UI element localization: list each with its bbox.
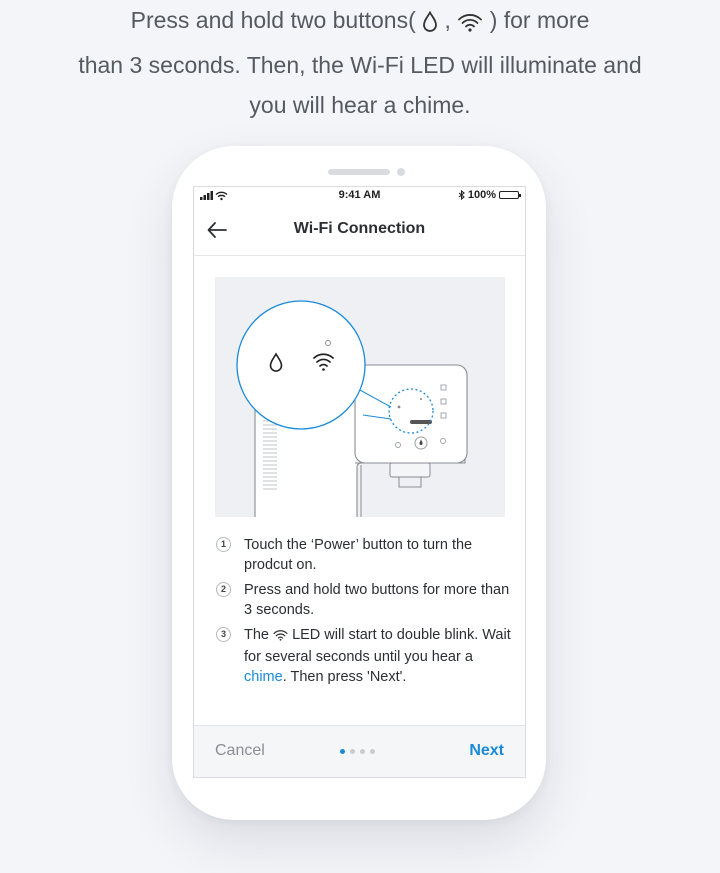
- page-dot-active: [340, 749, 345, 754]
- step-item: 3 The LED will start to double blink. Wa…: [216, 625, 511, 687]
- phone-mockup: 9:41 AM 100% Wi-Fi Connection 1 Touch th…: [172, 146, 546, 820]
- step-text: Touch the ‘Power’ button to turn the pro…: [244, 537, 473, 573]
- instruction-line1-before: Press and hold two buttons(: [130, 7, 416, 33]
- page-dot: [360, 749, 365, 754]
- page: Press and hold two buttons( , ) for more…: [0, 0, 720, 873]
- next-button[interactable]: Next: [469, 742, 504, 760]
- status-bar: 9:41 AM 100%: [194, 187, 525, 205]
- wifi-icon: [273, 627, 288, 647]
- cancel-button[interactable]: Cancel: [215, 742, 265, 760]
- chime-link[interactable]: chime: [244, 669, 283, 685]
- step-text: Press and hold two buttons for more than…: [244, 582, 510, 618]
- battery-icon: [499, 191, 521, 199]
- phone-screen: 9:41 AM 100% Wi-Fi Connection 1 Touch th…: [193, 186, 526, 778]
- status-right: 100%: [458, 189, 521, 201]
- page-dot: [370, 749, 375, 754]
- instruction-steps: 1 Touch the ‘Power’ button to turn the p…: [216, 535, 511, 692]
- instruction-text: Press and hold two buttons( , ) for more…: [40, 0, 680, 125]
- instruction-separator: ,: [444, 7, 451, 33]
- phone-speaker: [328, 169, 390, 175]
- footer-bar: Cancel Next: [194, 725, 525, 777]
- step-number: 1: [216, 537, 231, 552]
- water-drop-icon: [422, 5, 438, 45]
- step-number: 3: [216, 627, 231, 642]
- wifi-icon: [457, 5, 483, 45]
- device-illustration: [215, 277, 505, 517]
- step-item: 1 Touch the ‘Power’ button to turn the p…: [216, 535, 511, 575]
- battery-percent: 100%: [467, 189, 496, 201]
- phone-camera: [397, 168, 405, 176]
- instruction-line1-after: ) for more: [489, 7, 590, 33]
- instruction-line2: than 3 seconds. Then, the Wi-Fi LED will…: [78, 52, 642, 78]
- page-title: Wi-Fi Connection: [293, 220, 426, 237]
- step-text-before: The: [244, 627, 269, 643]
- step-item: 2 Press and hold two buttons for more th…: [216, 580, 511, 620]
- instruction-line3: you will hear a chime.: [249, 92, 471, 118]
- bluetooth-icon: [458, 190, 465, 200]
- page-dot: [350, 749, 355, 754]
- page-indicator: [340, 749, 375, 754]
- step-number: 2: [216, 582, 231, 597]
- step-text-after: . Then press 'Next'.: [282, 669, 407, 685]
- nav-bar: Wi-Fi Connection: [194, 205, 525, 256]
